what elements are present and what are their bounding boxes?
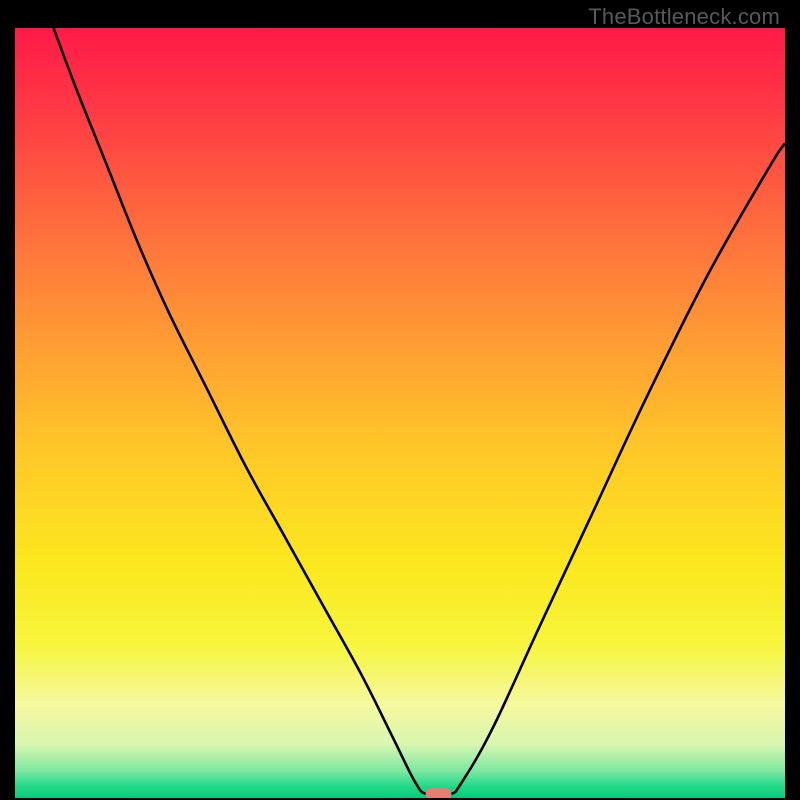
bottleneck-chart bbox=[15, 28, 785, 798]
chart-frame bbox=[15, 28, 785, 798]
optimal-point-marker bbox=[426, 788, 452, 798]
watermark-text: TheBottleneck.com bbox=[588, 4, 780, 30]
chart-background-gradient bbox=[15, 28, 785, 798]
